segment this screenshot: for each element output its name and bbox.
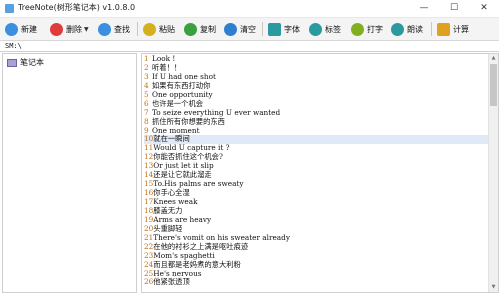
text-editor[interactable]: 1 Look ! 2 听着！！ 3 If U had one shot 4 如果有东西打动你 5… <box>141 53 499 293</box>
line-text: 还是让它就此溜走 <box>153 170 212 180</box>
editor-line[interactable]: 9 One moment <box>144 125 490 136</box>
editor-line[interactable]: 25He's nervous <box>144 268 490 279</box>
title-bar: TreeNote(树形笔记本) v1.0.8.0 — ☐ ✕ <box>0 0 499 18</box>
line-text: To seize everything U ever wanted <box>152 107 281 117</box>
line-text: 如果有东西打动你 <box>152 80 211 90</box>
line-text: Mom's spaghetti <box>153 250 215 260</box>
notebook-tree[interactable]: 笔记本 <box>2 53 137 293</box>
editor-line[interactable]: 15To.His palms are sweaty <box>144 179 490 189</box>
vertical-scrollbar[interactable]: ▲ ▼ <box>488 54 498 292</box>
calculator-icon <box>437 22 450 36</box>
calc-label: 计算 <box>453 24 469 34</box>
editor-line[interactable]: 26他紧张透顶 <box>144 277 490 287</box>
paste-icon <box>143 22 156 36</box>
window-title: TreeNote(树形笔记本) v1.0.8.0 <box>18 3 136 12</box>
pencil-icon <box>351 22 364 36</box>
find-button[interactable]: 查找 <box>98 21 130 37</box>
tag-label: 标签 <box>325 24 341 34</box>
font-icon <box>268 22 281 36</box>
clear-button[interactable]: 清空 <box>224 21 256 37</box>
line-text: Arms are heavy <box>153 214 212 224</box>
path-bar: SM:\ <box>0 41 499 52</box>
delete-label: 删除 <box>66 24 82 34</box>
paste-label: 粘贴 <box>159 24 175 34</box>
editor-line[interactable]: 19Arms are heavy <box>144 214 490 225</box>
find-label: 查找 <box>114 24 130 34</box>
delete-button[interactable]: 删除 ▼ <box>50 21 89 37</box>
clear-label: 清空 <box>240 24 256 34</box>
toolbar-divider <box>262 22 263 36</box>
line-text: One opportunity <box>152 89 213 99</box>
type-button[interactable]: 打字 <box>351 21 383 37</box>
scrollbar-thumb[interactable] <box>490 64 497 106</box>
line-text: 膝盖无力 <box>153 205 183 215</box>
line-text: Would U capture it ? <box>153 143 230 153</box>
tag-icon <box>309 22 322 36</box>
scroll-up-icon[interactable]: ▲ <box>489 54 498 63</box>
line-text: Knees weak <box>153 197 198 206</box>
line-text: He's nervous <box>153 268 202 278</box>
line-text: Look ! <box>152 54 176 63</box>
notebook-icon <box>7 58 17 67</box>
line-text: 头重脚轻 <box>153 223 183 233</box>
app-icon <box>5 4 14 13</box>
font-label: 字体 <box>284 24 300 34</box>
delete-x-icon <box>50 22 63 36</box>
copy-icon <box>184 22 197 36</box>
tree-item-label: 笔记本 <box>20 58 44 67</box>
plus-icon <box>5 22 18 36</box>
line-text: Or just let it slip <box>153 161 214 171</box>
new-button[interactable]: 新建 <box>5 21 37 37</box>
toolbar-divider <box>137 22 138 36</box>
line-text: 而且都是老妈煮的意大利粉 <box>153 259 241 269</box>
font-button[interactable]: 字体 <box>268 21 300 37</box>
line-text: 你能否抓住这个机会? <box>153 152 223 162</box>
line-text: If U had one shot <box>152 71 216 81</box>
editor-line[interactable]: 17Knees weak <box>144 197 490 207</box>
line-text: 也许是一个机会 <box>152 98 204 108</box>
paste-button[interactable]: 粘贴 <box>143 21 175 37</box>
line-text: 就在一瞬间 <box>153 134 190 144</box>
headphones-icon <box>391 22 404 36</box>
tag-button[interactable]: 标签 <box>309 21 341 37</box>
read-label: 朗读 <box>407 24 423 34</box>
line-text: 听着！！ <box>152 62 182 72</box>
tree-item-notebook[interactable]: 笔记本 <box>7 57 44 68</box>
toolbar: 新建 删除 ▼ 查找 粘贴 复制 清空 字体 标签 打字 朗读 计算 <box>0 18 499 41</box>
toolbar-divider <box>431 22 432 36</box>
chevron-down-icon[interactable]: ▼ <box>84 26 89 33</box>
line-text: 你手心全湿 <box>153 188 190 198</box>
line-text: To.His palms are sweaty <box>153 179 244 189</box>
new-label: 新建 <box>21 24 37 34</box>
line-text: 他紧张透顶 <box>153 277 190 287</box>
line-text: One moment <box>152 125 200 135</box>
copy-button[interactable]: 复制 <box>184 21 216 37</box>
minimize-button[interactable]: — <box>409 0 439 17</box>
type-label: 打字 <box>367 24 383 34</box>
calc-button[interactable]: 计算 <box>437 21 469 37</box>
line-text: There's vomit on his sweater already <box>153 232 290 242</box>
line-text: 在他的衬衫之上满是呕吐痕迹 <box>153 241 249 251</box>
line-text: 抓住所有你想要的东西 <box>152 116 225 126</box>
editor-line[interactable]: 1 Look ! <box>144 54 490 64</box>
read-button[interactable]: 朗读 <box>391 21 423 37</box>
editor-lines: 1 Look ! 2 听着！！ 3 If U had one shot 4 如果有东西打动你 5… <box>144 54 490 287</box>
clear-icon <box>224 22 237 36</box>
scroll-down-icon[interactable]: ▼ <box>489 283 498 292</box>
maximize-button[interactable]: ☐ <box>439 0 469 17</box>
close-button[interactable]: ✕ <box>469 0 499 17</box>
search-icon <box>98 22 111 36</box>
line-number: 26 <box>144 277 154 287</box>
copy-label: 复制 <box>200 24 216 34</box>
